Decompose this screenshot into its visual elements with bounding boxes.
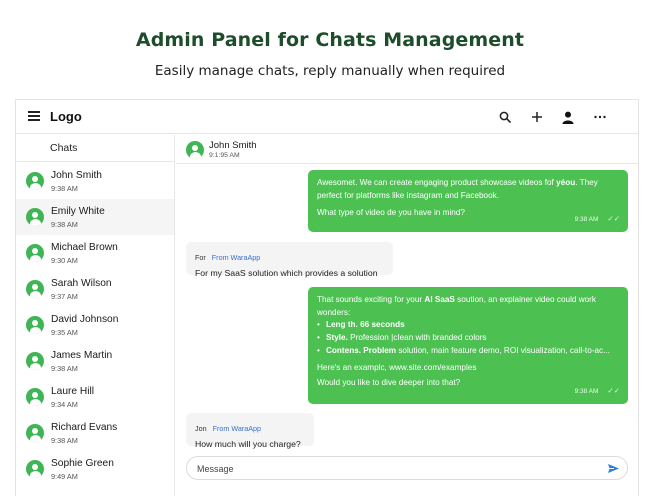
outgoing-message: That sounds exciting for your AI SaaS so… xyxy=(308,287,628,404)
message-bullet-list: Leng th. 66 seconds Style. Profession |c… xyxy=(317,319,619,357)
logo: Logo xyxy=(50,109,82,124)
read-check-icon: ✓✓ xyxy=(607,214,620,224)
chat-list-item[interactable]: Michael Brown 9:30 AM xyxy=(16,235,174,271)
message-meta: 9:38 AM ✓✓ xyxy=(575,385,620,399)
chat-list-item[interactable]: Sarah Wilson 9:37 AM xyxy=(16,271,174,307)
avatar xyxy=(26,280,44,298)
user-icon[interactable] xyxy=(559,108,577,126)
message-composer xyxy=(186,456,628,480)
chat-sidebar: Chats John Smith 9:38 AM Emily White 9:3… xyxy=(16,135,175,496)
chat-list-item[interactable]: Sophie Green 9:49 AM xyxy=(16,451,174,487)
read-check-icon: ✓✓ xyxy=(607,386,620,396)
bullet-item: Contens. Problem solution, main feature … xyxy=(317,345,619,358)
message-text: For my SaaS solution which provides a so… xyxy=(195,268,378,278)
more-icon[interactable] xyxy=(591,108,609,126)
avatar xyxy=(26,388,44,406)
incoming-message: For From WaraApp For my SaaS solution whi… xyxy=(186,242,393,278)
avatar xyxy=(186,141,204,159)
chat-name: Richard Evans xyxy=(51,422,118,433)
chat-time: 9:37 AM xyxy=(51,292,78,301)
chat-name: Michael Brown xyxy=(51,242,118,253)
message-meta: 9:38 AM ✓✓ xyxy=(575,213,620,227)
message-text: Here's an examplc, www.site.com/examples xyxy=(317,362,477,372)
chat-name: John Smith xyxy=(51,170,102,181)
message-text: That sounds exciting for your AI SaaS so… xyxy=(317,295,596,304)
chat-time: 9:34 AM xyxy=(51,400,78,409)
message-source: From WaraApp xyxy=(211,253,261,262)
incoming-message: Jon From WaraApp How much will you charge… xyxy=(186,413,314,449)
chat-time: 9:38 AM xyxy=(51,220,78,229)
chat-name: Sarah Wilson xyxy=(51,278,112,289)
chat-name: James Martin xyxy=(51,350,113,361)
bullet-item: Leng th. 66 seconds xyxy=(317,319,619,332)
send-icon[interactable] xyxy=(607,462,620,475)
chat-list-item[interactable]: Emily White 9:38 AM xyxy=(16,199,174,235)
conversation-pane: John Smith 9:1:95 AM Awesomet. We can cr… xyxy=(176,135,638,496)
avatar xyxy=(26,424,44,442)
chat-time: 9:38 AM xyxy=(51,184,78,193)
chat-name: Emily White xyxy=(51,206,105,217)
message-input[interactable] xyxy=(197,461,597,476)
page-subtitle: Easily manage chats, reply manually when… xyxy=(154,63,506,79)
chat-list-item[interactable]: John Smith 9:38 AM xyxy=(16,163,174,199)
message-text: perfect for platforms like instagram and… xyxy=(317,190,500,200)
avatar xyxy=(26,352,44,370)
message-time: 9:38 AM xyxy=(574,388,599,396)
menu-icon[interactable] xyxy=(28,111,40,121)
avatar xyxy=(26,244,44,262)
message-source: From WaraApp xyxy=(212,424,262,433)
chat-time: 9:30 AM xyxy=(51,256,78,265)
chat-list-item[interactable]: Laure Hill 9:34 AM xyxy=(16,379,174,415)
chat-name: Sophie Green xyxy=(51,458,114,469)
top-bar: Logo xyxy=(16,100,638,134)
chat-name: Laure Hill xyxy=(51,386,95,397)
message-time: 9:38 AM xyxy=(574,216,599,224)
search-icon[interactable] xyxy=(496,108,514,126)
conversation-header: John Smith 9:1:95 AM xyxy=(176,135,638,164)
outgoing-message: Awesomet. We can create engaging product… xyxy=(308,170,628,232)
message-text: Awesomet. We can create engaging product… xyxy=(317,178,598,187)
chat-list-item[interactable]: David Johnson 9:35 AM xyxy=(16,307,174,343)
chat-time: 9:38 AM xyxy=(51,436,78,445)
message-sender: Jon xyxy=(195,424,207,433)
avatar xyxy=(26,208,44,226)
sidebar-heading: Chats xyxy=(16,135,174,162)
chat-time: 9:35 AM xyxy=(51,328,78,337)
chat-time: 9:49 AM xyxy=(51,472,78,481)
conversation-name: John Smith xyxy=(209,140,257,151)
plus-icon[interactable] xyxy=(528,108,546,126)
admin-panel-window: Logo Chats John Smith 9:38 AM Emily Whit… xyxy=(15,99,639,496)
conversation-time: 9:1:95 AM xyxy=(209,152,240,159)
chat-time: 9:38 AM xyxy=(51,364,78,373)
chat-list-item[interactable]: James Martin 9:38 AM xyxy=(16,343,174,379)
chat-name: David Johnson xyxy=(51,314,119,325)
message-sender: For xyxy=(195,253,206,262)
bullet-item: Style. Profession |cIean with branded co… xyxy=(317,332,619,345)
message-text: wonders: xyxy=(317,307,351,317)
avatar xyxy=(26,460,44,478)
chat-list-item[interactable]: Richard Evans 9:38 AM xyxy=(16,415,174,451)
avatar xyxy=(26,316,44,334)
avatar xyxy=(26,172,44,190)
message-text: How much will you charge? xyxy=(195,439,301,449)
page-title: Admin Panel for Chats Management xyxy=(135,29,525,51)
